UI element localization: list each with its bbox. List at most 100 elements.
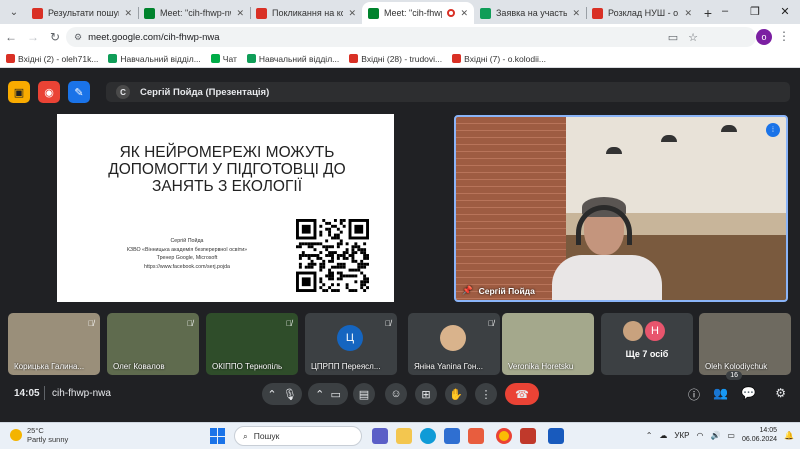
profile-avatar[interactable]: o xyxy=(756,29,772,45)
presenter-chip[interactable]: С Сергій Пойда (Презентація) xyxy=(106,82,790,102)
cloud-icon[interactable]: ☁ xyxy=(659,431,667,440)
edge-icon[interactable] xyxy=(420,428,436,444)
end-call-icon: ☎ xyxy=(515,388,529,401)
participant-tile[interactable]: Oleh Kolodiychuk xyxy=(699,313,791,375)
emoji-button[interactable]: ☺ xyxy=(385,383,407,405)
browser-toolbar: ← → ↻ ⚙ meet.google.com/cih-fhwp-nwa ▭ ☆… xyxy=(0,24,800,50)
site-info-icon[interactable]: ⚙ xyxy=(74,32,82,43)
reload-button[interactable]: ↻ xyxy=(44,30,66,44)
stop-presenting-icon[interactable]: ▣ xyxy=(8,81,30,103)
more-vert-icon: ⋮ xyxy=(480,388,492,401)
participant-tile[interactable]: Veronika Horetsku xyxy=(502,313,594,375)
mic-button[interactable]: ⌃ 🎙 xyxy=(262,383,302,405)
tab-title: Результати пошуку xyxy=(48,8,120,18)
meet-window: ▣ ◉ ✎ С Сергій Пойда (Презентація) ЯК НЕ… xyxy=(0,68,800,410)
bookmark-item[interactable]: Вхідні (2) - oleh71k... xyxy=(6,54,98,64)
tab-search-button[interactable]: ⌄ xyxy=(4,2,24,22)
participant-avatar xyxy=(623,321,643,341)
address-bar[interactable]: ⚙ meet.google.com/cih-fhwp-nwa ▭ ☆ xyxy=(66,27,756,47)
close-tab-icon[interactable]: ✕ xyxy=(572,8,580,19)
present-button[interactable]: ⊞ xyxy=(415,383,437,405)
speaker-video-tile[interactable]: ⁞ 📌 Сергій Пойда xyxy=(454,115,788,302)
bookmark-item[interactable]: Чат xyxy=(210,54,237,64)
pin-icon[interactable]: 📌 xyxy=(462,285,473,296)
more-options-button[interactable]: ⋮ xyxy=(475,383,497,405)
more-participants-tile[interactable]: Н Ще 7 осіб xyxy=(601,313,693,375)
activities-icon[interactable]: ⚙ xyxy=(775,386,786,400)
forward-button[interactable]: → xyxy=(22,30,44,44)
weather-widget[interactable]: 25°C Partly sunny xyxy=(10,426,68,444)
bookmark-item[interactable]: Навчальний відділ... xyxy=(246,54,339,64)
tab-title: Заявка на участь в xyxy=(496,8,568,18)
chevron-up-icon[interactable]: ⌃ xyxy=(315,388,324,401)
chat-icon[interactable]: 💬 xyxy=(741,386,756,400)
battery-icon[interactable]: ▭ xyxy=(727,431,735,440)
bookmark-item[interactable]: Вхідні (28) - trudovi... xyxy=(349,54,442,64)
participant-name: Veronika Horetsku xyxy=(508,362,574,371)
volume-icon[interactable]: 🔊 xyxy=(710,431,720,440)
bookmark-item[interactable]: Вхідні (7) - o.kolodii... xyxy=(452,54,546,64)
participant-name: Олег Ковалов xyxy=(113,362,165,371)
slide-line: Сергій Пойда xyxy=(170,238,204,244)
close-window-button[interactable]: ✕ xyxy=(770,2,800,20)
notifications-icon[interactable]: 🔔 xyxy=(784,431,794,440)
close-tab-icon[interactable]: ✕ xyxy=(236,8,244,19)
clock[interactable]: 14:05 06.06.2024 xyxy=(742,426,777,444)
app-icon[interactable] xyxy=(520,428,536,444)
gmail-icon xyxy=(6,54,15,63)
clock-time: 14:05 xyxy=(759,427,778,434)
raise-hand-button[interactable]: ✋ xyxy=(445,383,467,405)
close-tab-icon[interactable]: ✕ xyxy=(684,8,692,19)
leave-call-button[interactable]: ☎ xyxy=(505,383,539,405)
close-tab-icon[interactable]: ✕ xyxy=(124,8,132,19)
bookmark-star-icon[interactable]: ☆ xyxy=(688,31,698,44)
office-icon[interactable] xyxy=(468,428,484,444)
people-icon[interactable]: 👥 xyxy=(713,386,728,400)
edit-icon[interactable]: ✎ xyxy=(68,81,90,103)
browser-menu-icon[interactable]: ⋮ xyxy=(778,29,790,43)
slide-line: КЗВО «Вінницька академія безперервної ос… xyxy=(126,246,248,253)
browser-tab[interactable]: Розклад НУШ - o.kol ✕ xyxy=(586,2,698,24)
back-button[interactable]: ← xyxy=(0,30,22,44)
browser-tab[interactable]: Результати пошуку ✕ xyxy=(26,2,138,24)
close-tab-icon[interactable]: ✕ xyxy=(348,8,356,19)
chrome-icon[interactable] xyxy=(496,428,512,444)
window-controls: – ❐ ✕ xyxy=(710,2,800,20)
browser-tab[interactable]: Покликання на конф ✕ xyxy=(250,2,362,24)
taskbar-search[interactable]: ⌕ Пошук xyxy=(234,426,362,446)
info-icon[interactable]: ⓘ xyxy=(688,386,700,403)
participant-tile[interactable]: Олег Ковалов 🎙̸ xyxy=(107,313,199,375)
participant-tile[interactable]: Корицька Галина... 🎙̸ xyxy=(8,313,100,375)
lamp-icon xyxy=(721,125,737,132)
qr-code xyxy=(296,219,369,292)
bookmark-item[interactable]: Навчальний відділ... xyxy=(108,54,201,64)
word-icon[interactable] xyxy=(548,428,564,444)
forms-icon xyxy=(480,7,491,19)
participant-avatar: Н xyxy=(645,321,665,341)
chevron-up-icon[interactable]: ⌃ xyxy=(267,388,276,401)
participant-tile[interactable]: ОКІППО Тернопіль 🎙̸ xyxy=(206,313,298,375)
url-text: meet.google.com/cih-fhwp-nwa xyxy=(88,31,220,43)
browser-tab[interactable]: Заявка на участь в ✕ xyxy=(474,2,586,24)
close-tab-icon[interactable]: ✕ xyxy=(460,8,468,19)
file-explorer-icon[interactable] xyxy=(396,428,412,444)
chevron-up-icon[interactable]: ⌃ xyxy=(646,431,653,440)
captions-button[interactable]: ▤ xyxy=(353,383,375,405)
keyboard-layout[interactable]: УКР xyxy=(674,431,689,440)
recording-icon[interactable]: ◉ xyxy=(38,81,60,103)
cast-icon[interactable]: ▭ xyxy=(668,31,678,44)
wifi-icon[interactable]: ◠ xyxy=(696,431,703,440)
windows-start-icon[interactable] xyxy=(210,428,226,444)
browser-tab[interactable]: Meet: "cih-fhwp-nwa ✕ xyxy=(138,2,250,24)
camera-button[interactable]: ⌃ ▭ xyxy=(308,383,348,405)
browser-tab[interactable]: Meet: "cih-fhwp- ✕ xyxy=(362,2,474,24)
maximize-button[interactable]: ❐ xyxy=(740,2,770,20)
teams-icon[interactable] xyxy=(372,428,388,444)
participant-tile[interactable]: Ц ЦПРПП Переясл... 🎙̸ xyxy=(305,313,397,375)
participant-tile[interactable]: Яніна Yanina Гон... 🎙̸ xyxy=(408,313,500,375)
store-icon[interactable] xyxy=(444,428,460,444)
speaking-indicator-icon: ⁞ xyxy=(766,123,780,137)
participant-avatar: Ц xyxy=(337,325,363,351)
minimize-button[interactable]: – xyxy=(710,2,740,20)
presentation-slide[interactable]: ЯК НЕЙРОМЕРЕЖІ МОЖУТЬ ДОПОМОГТИ У ПІДГОТ… xyxy=(57,114,394,302)
